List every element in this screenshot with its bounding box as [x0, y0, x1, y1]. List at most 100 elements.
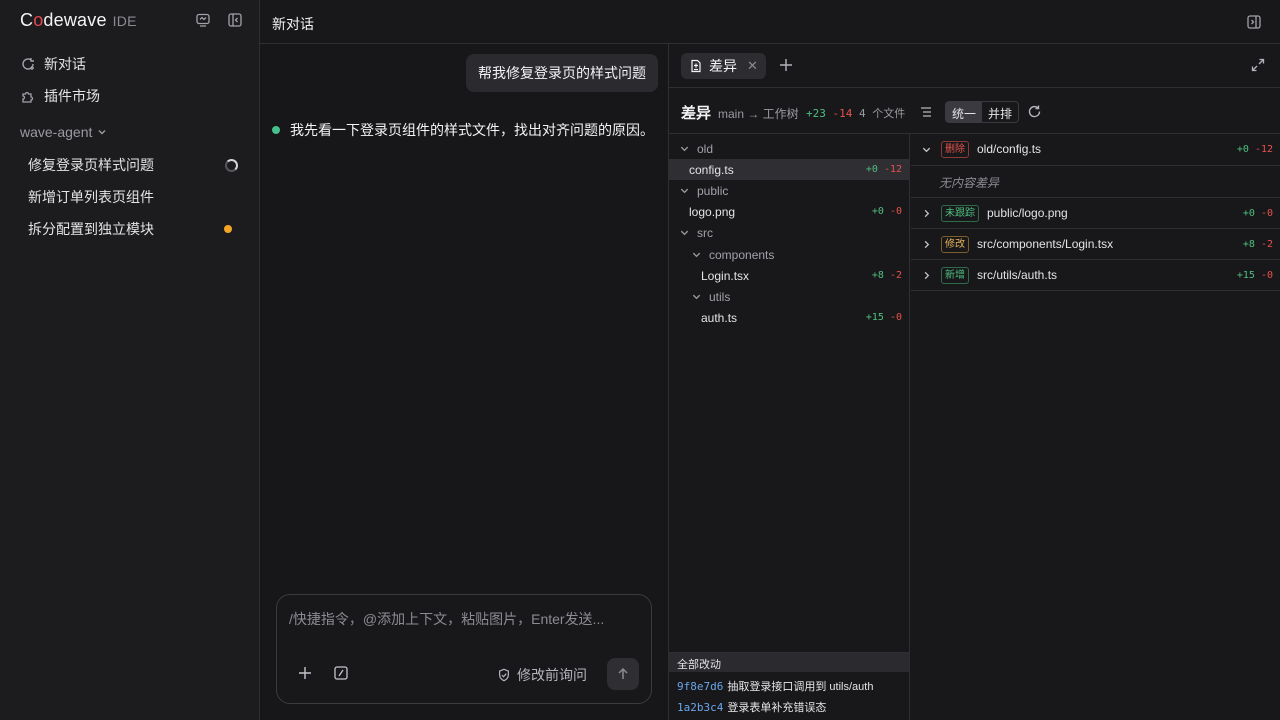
diff-file-entry[interactable]: 修改 src/components/Login.tsx +8 -2 — [911, 229, 1280, 260]
diff-file-add: +0 — [1242, 208, 1255, 219]
deletions-count: -14 — [832, 107, 853, 120]
tree-folder-label: public — [697, 184, 729, 198]
chevron-right-icon — [924, 271, 930, 280]
chevron-down-icon — [692, 252, 701, 258]
view-split-button[interactable]: 并排 — [982, 102, 1018, 122]
brand-logo: Co dewave IDE — [20, 10, 137, 32]
branch-label: main → 工作树 — [718, 107, 799, 121]
add-attachment-icon[interactable] — [297, 665, 313, 681]
tree-file-label: Login.tsx — [701, 269, 750, 283]
file-diff-icon — [691, 59, 701, 73]
diff-file-entry[interactable]: 新增 src/utils/auth.ts +15 -0 — [911, 260, 1280, 291]
message-input[interactable]: /快捷指令，@添加上下文，粘贴图片，Enter发送... — [289, 609, 604, 629]
additions-count: +23 — [806, 107, 826, 120]
loading-spinner-icon — [225, 158, 238, 172]
conversation-label: 修复登录页样式问题 — [28, 157, 154, 173]
plugin-market-button[interactable]: 插件市场 — [20, 86, 100, 106]
new-chat-button[interactable]: 新对话 — [20, 54, 86, 74]
page-title: 新对话 — [272, 16, 314, 32]
tree-folder-utils[interactable]: utils — [669, 286, 910, 307]
chevron-right-icon — [924, 209, 930, 218]
diff-file-del: -12 — [1254, 144, 1273, 155]
commit-item[interactable]: 9f8e7d6 抽取登录接口调用到 utils/auth — [677, 678, 873, 694]
diff-file-path: src/utils/auth.ts — [977, 268, 1058, 282]
tree-folder-src[interactable]: src — [669, 222, 910, 243]
new-chat-label: 新对话 — [44, 56, 86, 72]
user-message: 帮我修复登录页的样式问题 — [466, 54, 658, 92]
file-tree: old config.ts +0 -12 public logo.png +0 … — [669, 134, 910, 654]
commit-hash: 9f8e7d6 — [677, 680, 724, 693]
add-tab-icon[interactable] — [777, 56, 795, 74]
chat-panel: 帮我修复登录页的样式问题 我先看一下登录页组件的样式文件，找出对齐问题的原因。 … — [260, 44, 668, 720]
tree-file-add: +0 — [865, 164, 878, 175]
puzzle-icon — [22, 91, 34, 103]
status-badge: 未跟踪 — [941, 205, 979, 222]
diff-file-stats: +8 -2 — [1243, 239, 1273, 250]
diff-file-del: -0 — [1260, 270, 1273, 281]
list-view-icon[interactable] — [919, 105, 933, 119]
ask-before-edit-toggle[interactable]: 修改前询问 — [497, 665, 587, 685]
commit-list-header[interactable]: 全部改动 — [669, 653, 909, 672]
tree-folder-components[interactable]: components — [669, 244, 910, 265]
commit-hash: 1a2b3c4 — [677, 701, 724, 714]
conversation-item[interactable]: 拆分配置到独立模块 — [28, 219, 238, 239]
tree-file-label: auth.ts — [701, 311, 738, 325]
main-header: 新对话 — [260, 0, 1280, 44]
refresh-icon[interactable] — [1027, 104, 1042, 119]
expand-icon[interactable] — [1251, 58, 1265, 72]
chevron-down-icon[interactable] — [921, 144, 932, 155]
diff-file-path[interactable]: old/config.ts — [977, 142, 1041, 156]
tree-file-stats: +8 -2 — [872, 270, 902, 281]
tree-file-config[interactable]: config.ts +0 -12 — [669, 159, 910, 180]
toggle-panel-icon[interactable] — [1246, 14, 1262, 30]
tree-folder-label: utils — [709, 290, 731, 304]
diff-file-entry: 删除 old/config.ts +0 -12 无内容差异 — [911, 134, 1280, 198]
chevron-down-icon — [98, 130, 106, 135]
chevron-down-icon — [680, 230, 689, 236]
diff-file-path: public/logo.png — [987, 206, 1068, 220]
sidebar: Co dewave IDE 新对话 插件市场 wave-agent 修复登录页样式问… — [0, 0, 260, 720]
slash-command-icon[interactable] — [333, 665, 349, 681]
tree-file-login[interactable]: Login.tsx +8 -2 — [669, 265, 910, 286]
tree-file-stats: +15 -0 — [866, 312, 902, 323]
view-mode-toggle: 统一 并排 — [945, 101, 1020, 123]
tree-file-auth[interactable]: auth.ts +15 -0 — [669, 307, 910, 328]
message-composer[interactable]: /快捷指令，@添加上下文，粘贴图片，Enter发送... 修改前询问 — [276, 594, 652, 704]
diff-file-stats: +15 -0 — [1237, 270, 1273, 281]
tab-diff-label: 差异 — [709, 58, 737, 74]
status-badge: 新增 — [941, 267, 969, 284]
close-tab-icon[interactable]: ✕ — [747, 58, 758, 74]
commit-item[interactable]: 1a2b3c4 登录表单补充错误态 — [677, 699, 826, 715]
send-button[interactable] — [607, 658, 639, 690]
conversation-item[interactable]: 新增订单列表页组件 — [28, 187, 238, 207]
arrow-up-icon — [618, 667, 628, 679]
diff-title: 差异 — [681, 105, 712, 122]
chevron-down-icon — [692, 294, 701, 300]
brand-text-2: o — [33, 10, 44, 30]
conversation-item[interactable]: 修复登录页样式问题 — [28, 155, 238, 175]
conversation-label: 新增订单列表页组件 — [28, 189, 154, 205]
tree-file-stats: +0 -12 — [866, 164, 902, 175]
tab-diff[interactable]: 差异 ✕ — [681, 53, 766, 79]
brand-text-3: dewave — [43, 10, 107, 30]
tree-file-logo[interactable]: logo.png +0 -0 — [669, 201, 910, 222]
divider — [911, 165, 1280, 166]
tree-file-add: +0 — [871, 206, 884, 217]
ide-window: Co dewave IDE 新对话 插件市场 wave-agent 修复登录页样式问… — [0, 0, 1280, 720]
monitor-icon[interactable] — [195, 12, 211, 28]
diff-file-entry[interactable]: 未跟踪 public/logo.png +0 -0 — [911, 198, 1280, 229]
tree-file-del: -12 — [883, 164, 902, 175]
shield-icon — [499, 668, 509, 682]
diff-file-stats: +0 -0 — [1243, 208, 1273, 219]
tree-folder-old[interactable]: old — [669, 138, 910, 159]
workspace-group[interactable]: wave-agent — [20, 124, 108, 140]
diff-file-del: -2 — [1260, 239, 1273, 250]
no-diff-note: 无内容差异 — [939, 176, 1000, 190]
status-dot-icon — [272, 126, 280, 134]
diff-panel: 差异 ✕ 差异 main → 工作树 +23 -14 4 个文件 统一 并排 o… — [668, 44, 1280, 720]
collapse-sidebar-icon[interactable] — [227, 12, 243, 28]
view-unified-button[interactable]: 统一 — [946, 102, 983, 122]
diff-file-del: -0 — [1260, 208, 1273, 219]
tree-folder-public[interactable]: public — [669, 180, 910, 201]
new-chat-icon — [22, 58, 34, 70]
